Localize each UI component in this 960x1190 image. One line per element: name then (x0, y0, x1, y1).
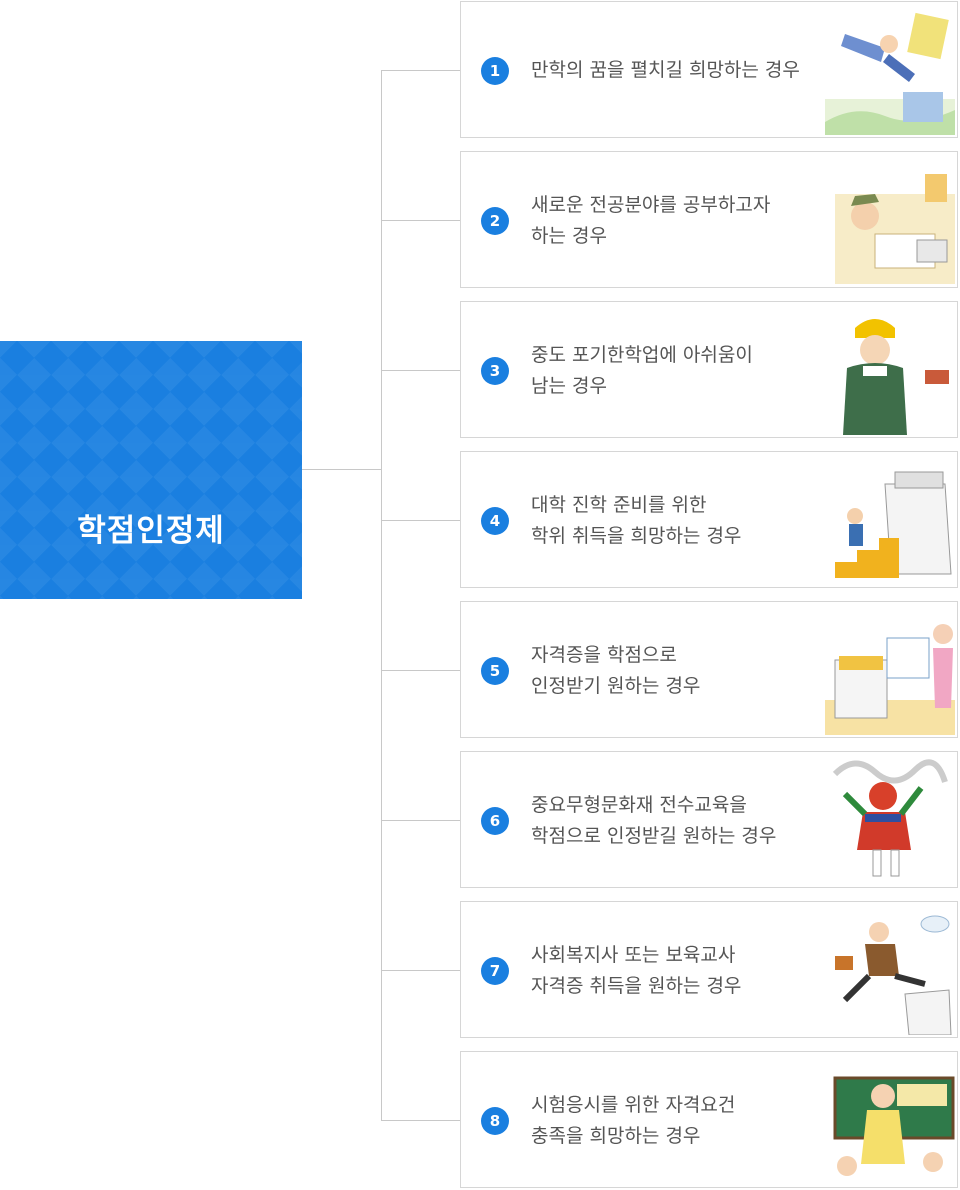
case-text-line: 사회복지사 또는 보육교사 (531, 943, 736, 966)
case-text: 중요무형문화재 전수교육을 학점으로 인정받길 원하는 경우 (531, 752, 821, 889)
connector-branch (381, 820, 460, 821)
case-card-2: 2 새로운 전공분야를 공부하고자 하는 경우 (460, 151, 958, 288)
stairs-university-illustration (835, 471, 952, 578)
certificate-illustration (825, 624, 955, 735)
case-text: 사회복지사 또는 보육교사 자격증 취득을 원하는 경우 (531, 902, 821, 1039)
case-text: 만학의 꿈을 펼치길 희망하는 경우 (531, 2, 821, 139)
case-text-line: 새로운 전공분야를 공부하고자 (531, 193, 771, 216)
connector-branch (381, 220, 460, 221)
connector-branch (381, 1120, 460, 1121)
case-text-line: 학점으로 인정받길 원하는 경우 (531, 824, 777, 847)
case-text: 시험응시를 위한 자격요건 충족을 희망하는 경우 (531, 1052, 821, 1189)
connector-branch (381, 970, 460, 971)
case-card-5: 5 자격증을 학점으로 인정받기 원하는 경우 (460, 601, 958, 738)
studying-student-illustration (835, 174, 955, 284)
case-text-line: 중요무형문화재 전수교육을 (531, 793, 747, 816)
connector-trunk (381, 70, 382, 1121)
case-text: 중도 포기한학업에 아쉬움이 남는 경우 (531, 302, 821, 439)
case-text-line: 만학의 꿈을 펼치길 희망하는 경우 (531, 59, 800, 81)
case-number-badge: 1 (481, 57, 509, 85)
case-text-line: 시험응시를 위한 자격요건 (531, 1093, 736, 1116)
case-text: 자격증을 학점으로 인정받기 원하는 경우 (531, 602, 821, 739)
case-text-line: 자격증을 학점으로 (531, 643, 677, 666)
case-number-badge: 5 (481, 657, 509, 685)
case-card-3: 3 중도 포기한학업에 아쉬움이 남는 경우 (460, 301, 958, 438)
case-number-badge: 8 (481, 1107, 509, 1135)
case-text-line: 남는 경우 (531, 374, 607, 397)
case-text-line: 중도 포기한학업에 아쉬움이 (531, 343, 753, 366)
connector-branch (381, 520, 460, 521)
case-number-badge: 2 (481, 207, 509, 235)
case-card-4: 4 대학 진학 준비를 위한 학위 취득을 희망하는 경우 (460, 451, 958, 588)
hub-title: 학점인정제 (77, 513, 225, 549)
teacher-illustration (833, 1076, 955, 1176)
case-text-line: 자격증 취득을 원하는 경우 (531, 974, 742, 997)
mask-dancer-illustration (832, 759, 948, 877)
connector-hub (302, 469, 382, 470)
connector-branch (381, 370, 460, 371)
case-text-line: 충족을 희망하는 경우 (531, 1124, 701, 1147)
connector-branch (381, 70, 460, 71)
graduation-cap-icon (75, 735, 227, 827)
case-text-line: 하는 경우 (531, 224, 607, 247)
flying-student-illustration (825, 12, 955, 135)
case-card-7: 7 사회복지사 또는 보육교사 자격증 취득을 원하는 경우 (460, 901, 958, 1038)
case-number-badge: 3 (481, 357, 509, 385)
hub-box: 학점인정제 (0, 341, 302, 827)
case-card-8: 8 시험응시를 위한 자격요건 충족을 희망하는 경우 (460, 1051, 958, 1188)
case-card-1: 1 만학의 꿈을 펼치길 희망하는 경우 (460, 1, 958, 138)
case-text: 대학 진학 준비를 위한 학위 취득을 희망하는 경우 (531, 452, 821, 589)
regretful-worker-illustration (843, 319, 949, 435)
case-card-6: 6 중요무형문화재 전수교육을 학점으로 인정받길 원하는 경우 (460, 751, 958, 888)
case-text: 새로운 전공분야를 공부하고자 하는 경우 (531, 152, 821, 289)
jumping-man-illustration (835, 915, 952, 1035)
case-number-badge: 7 (481, 957, 509, 985)
case-number-badge: 6 (481, 807, 509, 835)
connector-branch (381, 670, 460, 671)
case-number-badge: 4 (481, 507, 509, 535)
case-text-line: 인정받기 원하는 경우 (531, 674, 701, 697)
case-text-line: 학위 취득을 희망하는 경우 (531, 524, 742, 547)
case-text-line: 대학 진학 준비를 위한 (531, 493, 707, 516)
